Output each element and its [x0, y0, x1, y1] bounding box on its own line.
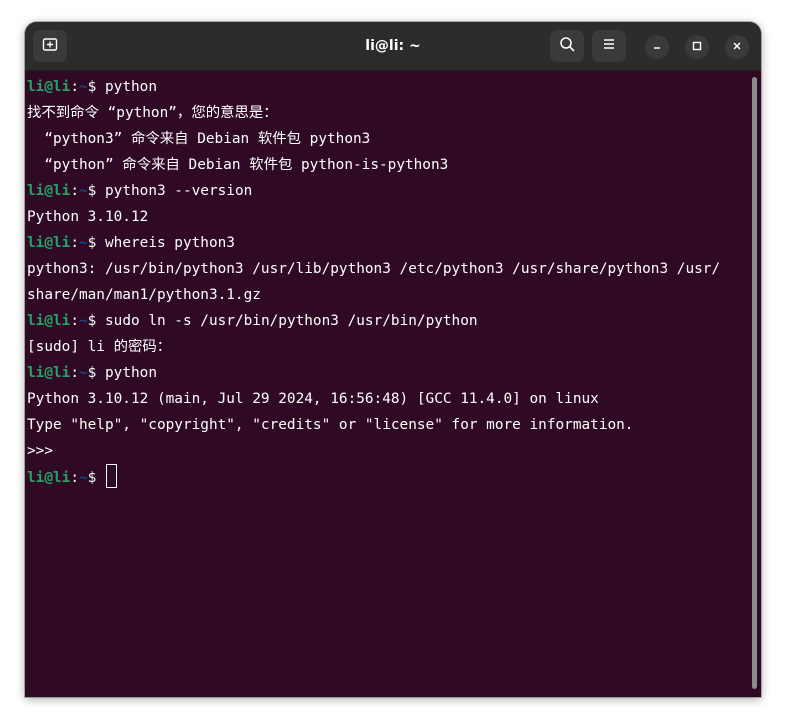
prompt-separator: : — [70, 365, 79, 381]
prompt-symbol: $ — [87, 235, 105, 251]
output-line: Python 3.10.12 (main, Jul 29 2024, 16:56… — [27, 391, 599, 407]
command-text: whereis python3 — [105, 235, 235, 251]
output-line: >>> — [27, 443, 62, 459]
close-icon — [732, 38, 742, 56]
menu-button[interactable] — [592, 30, 626, 62]
output-line: [sudo] li 的密码： — [27, 339, 172, 355]
output-line: Python 3.10.12 — [27, 209, 149, 225]
text-cursor — [106, 464, 117, 488]
search-button[interactable] — [550, 30, 584, 62]
prompt-separator: : — [70, 470, 79, 486]
prompt-line: li@li:~$ python — [27, 360, 720, 386]
prompt-user: li@li — [27, 313, 71, 329]
command-text: python — [105, 79, 157, 95]
prompt-user: li@li — [27, 183, 71, 199]
output-line: “python” 命令来自 Debian 软件包 python-is-pytho… — [27, 157, 449, 173]
output-line: share/man/man1/python3.1.gz — [27, 287, 261, 303]
prompt-path: ~ — [79, 470, 88, 486]
prompt-separator: : — [70, 313, 79, 329]
minimize-button[interactable] — [645, 35, 669, 59]
command-text: python3 --version — [105, 183, 253, 199]
prompt-line: li@li:~$ whereis python3 — [27, 230, 720, 256]
hamburger-menu-icon — [602, 37, 616, 56]
prompt-user: li@li — [27, 365, 71, 381]
prompt-line: li@li:~$ sudo ln -s /usr/bin/python3 /us… — [27, 308, 720, 334]
maximize-button[interactable] — [685, 35, 709, 59]
prompt-separator: : — [70, 183, 79, 199]
terminal-window: li@li: ~ li@li:~$ python 找不到命令 “python”，… — [25, 22, 761, 697]
output-line: Type "help", "copyright", "credits" or "… — [27, 417, 634, 433]
terminal-output: li@li:~$ python 找不到命令 “python”，您的意思是： “py… — [27, 74, 720, 490]
prompt-symbol: $ — [87, 365, 105, 381]
output-line: “python3” 命令来自 Debian 软件包 python3 — [27, 131, 371, 147]
terminal-area[interactable]: li@li:~$ python 找不到命令 “python”，您的意思是： “py… — [25, 71, 761, 697]
command-text: python — [105, 365, 157, 381]
prompt-user: li@li — [27, 470, 71, 486]
prompt-path: ~ — [79, 183, 88, 199]
command-text: sudo ln -s /usr/bin/python3 /usr/bin/pyt… — [105, 313, 478, 329]
prompt-user: li@li — [27, 235, 71, 251]
search-icon — [559, 36, 575, 57]
prompt-user: li@li — [27, 79, 71, 95]
prompt-symbol: $ — [87, 183, 105, 199]
prompt-path: ~ — [79, 365, 88, 381]
output-line: 找不到命令 “python”，您的意思是： — [27, 105, 278, 121]
maximize-icon — [692, 38, 702, 56]
prompt-symbol: $ — [87, 470, 105, 486]
prompt-path: ~ — [79, 313, 88, 329]
titlebar[interactable]: li@li: ~ — [25, 22, 761, 71]
prompt-symbol: $ — [87, 313, 105, 329]
prompt-separator: : — [70, 79, 79, 95]
prompt-path: ~ — [79, 235, 88, 251]
scrollbar[interactable] — [752, 77, 757, 689]
prompt-separator: : — [70, 235, 79, 251]
minimize-icon — [652, 38, 662, 56]
prompt-line: li@li:~$ — [27, 464, 720, 490]
prompt-line: li@li:~$ python3 --version — [27, 178, 720, 204]
prompt-symbol: $ — [87, 79, 105, 95]
prompt-path: ~ — [79, 79, 88, 95]
output-line: python3: /usr/bin/python3 /usr/lib/pytho… — [27, 261, 721, 277]
close-button[interactable] — [725, 35, 749, 59]
prompt-line: li@li:~$ python — [27, 74, 720, 100]
